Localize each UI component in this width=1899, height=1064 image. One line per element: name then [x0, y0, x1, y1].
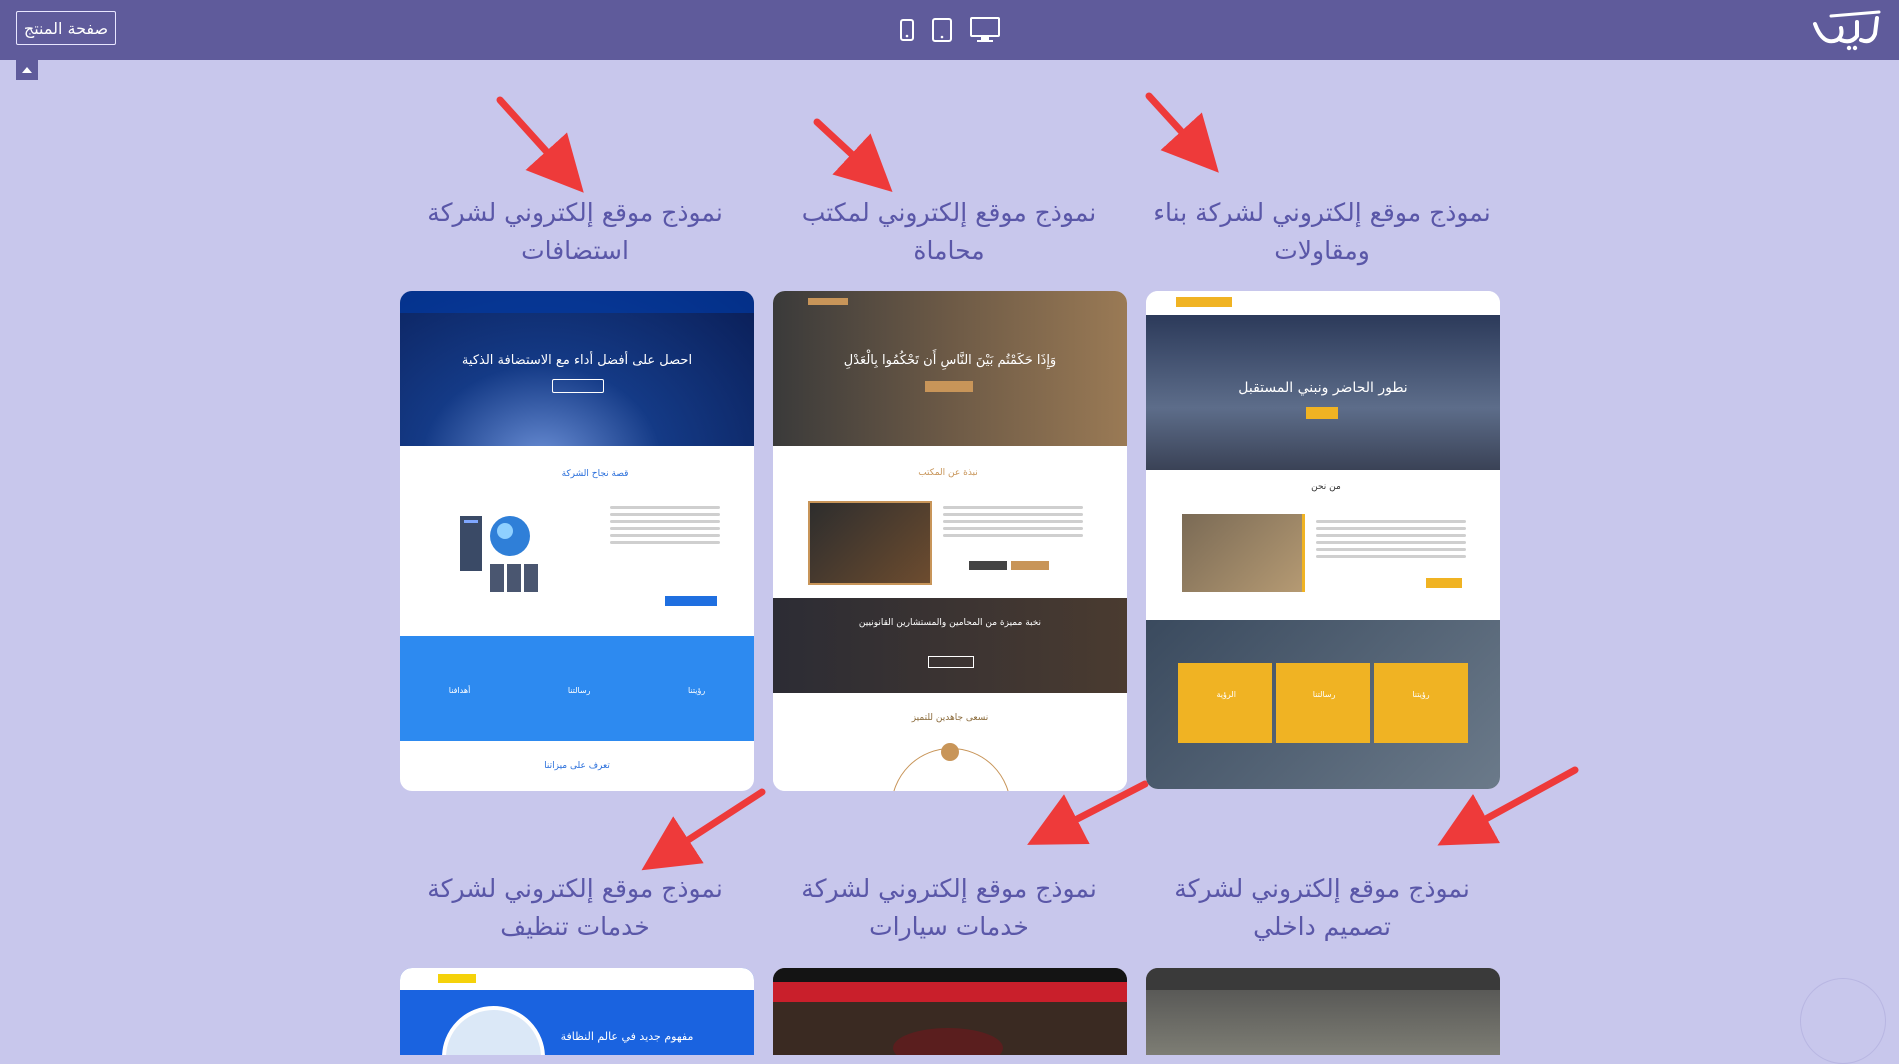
arrow-2 [813, 118, 893, 193]
law-footer-title: نسعى جاهدين للتميز [911, 713, 989, 723]
hosting-section-title: قصة نجاح الشركة [561, 469, 629, 479]
template-caption-cleaning: نموذج موقع إلكتروني لشركة خدمات تنظيف [427, 874, 723, 941]
site-image [1182, 514, 1305, 592]
device-switcher [900, 14, 1000, 46]
construction-value-2: رسالتنا [1312, 690, 1336, 699]
template-card-law[interactable]: وَإِذَا حَكَمْتُم بَيْنَ النَّاسِ أَن تَ… [773, 291, 1127, 791]
template-caption-hosting: نموذج موقع إلكتروني لشركة استضافات [427, 198, 723, 265]
top-bar: صفحة المنتج [0, 0, 1899, 60]
hosting-value-1: رؤيتنا [688, 686, 706, 695]
template-card-interior[interactable] [1146, 968, 1500, 1055]
template-card-cars[interactable] [773, 968, 1127, 1055]
tablet-icon[interactable] [932, 18, 952, 42]
law-section-title: نبذة عن المكتب [918, 468, 978, 478]
brand-logo[interactable] [1811, 6, 1883, 54]
desktop-icon[interactable] [970, 17, 1000, 43]
hosting-footer-title: تعرف على ميزاتنا [544, 761, 610, 771]
product-page-button[interactable]: صفحة المنتج [16, 11, 116, 45]
arrow-3 [1145, 92, 1219, 173]
hosting-values-band: رؤيتنا رسالتنا أهدافنا [400, 636, 754, 741]
hosting-hero: احصل على أفضل أداء مع الاستضافة الذكية [400, 291, 754, 446]
arrow-4 [641, 788, 766, 871]
template-caption-law: نموذج موقع إلكتروني لمكتب محاماة [801, 198, 1097, 265]
law-hero-text: وَإِذَا حَكَمْتُم بَيْنَ النَّاسِ أَن تَ… [843, 353, 1057, 368]
arrow-5 [1027, 780, 1149, 845]
cleaning-hero-text: مفهوم جديد في عالم النظافة [560, 1030, 694, 1043]
template-card-cleaning[interactable]: مفهوم جديد في عالم النظافة [400, 968, 754, 1055]
template-caption-construction: نموذج موقع إلكتروني لشركة بناء ومقاولات [1153, 198, 1491, 265]
hosting-hero-text: احصل على أفضل أداء مع الاستضافة الذكية [461, 353, 693, 368]
template-card-hosting[interactable]: احصل على أفضل أداء مع الاستضافة الذكية ق… [400, 291, 754, 791]
template-card-construction[interactable]: نطور الحاضر ونبني المستقبل من نحن رؤيتنا… [1146, 291, 1500, 789]
server-globe-image [460, 516, 538, 592]
hosting-value-3: أهدافنا [448, 686, 471, 695]
collapse-toggle-button[interactable] [16, 60, 38, 80]
construction-section-title: من نحن [1311, 482, 1341, 492]
construction-value-3: الرؤية [1216, 690, 1236, 699]
template-caption-interior: نموذج موقع إلكتروني لشركة تصميم داخلي [1174, 874, 1470, 941]
law-hero: وَإِذَا حَكَمْتُم بَيْنَ النَّاسِ أَن تَ… [773, 291, 1127, 446]
template-caption-cars: نموذج موقع إلكتروني لشركة خدمات سيارات [801, 874, 1097, 941]
gavel-image [808, 501, 932, 585]
chevron-up-icon [22, 67, 32, 73]
arrow-1 [496, 96, 584, 193]
construction-hero-text: نطور الحاضر ونبني المستقبل [1238, 380, 1408, 396]
construction-value-1: رؤيتنا [1412, 690, 1430, 699]
chat-widget-button[interactable] [1800, 978, 1886, 1064]
law-band-title: نخبة مميزة من المحامين والمستشارين القان… [858, 618, 1042, 628]
mobile-icon[interactable] [900, 19, 914, 41]
construction-values-band: رؤيتنا رسالتنا الرؤية [1146, 620, 1500, 789]
construction-hero: نطور الحاضر ونبني المستقبل [1146, 315, 1500, 470]
law-band: نخبة مميزة من المحامين والمستشارين القان… [773, 598, 1127, 693]
hosting-value-2: رسالتنا [567, 686, 591, 695]
